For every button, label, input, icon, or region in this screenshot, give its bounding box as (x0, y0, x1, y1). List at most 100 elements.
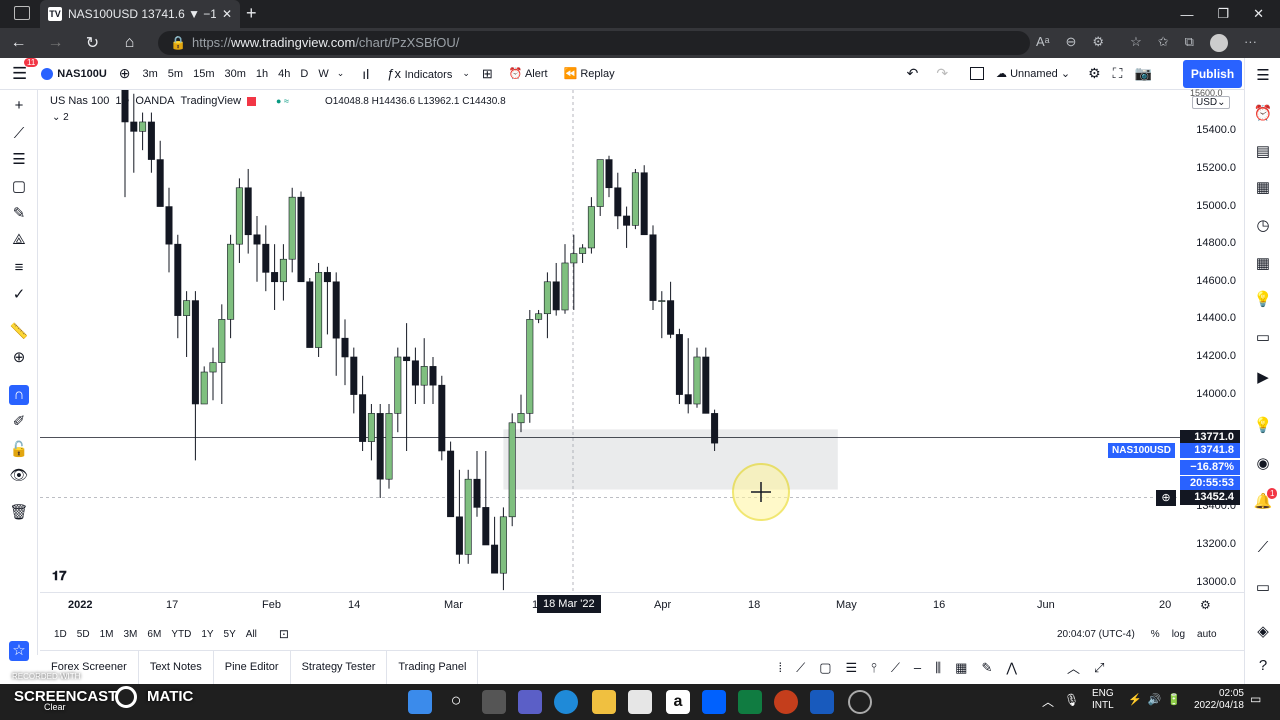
close-tab-icon[interactable]: ✕ (222, 7, 232, 21)
pattern-icon[interactable]: ⟁ (9, 230, 29, 250)
go-to-date-icon[interactable]: ⊡ (279, 627, 289, 641)
interval-dropdown-icon[interactable]: ⌄ (337, 68, 345, 79)
back-icon[interactable]: ← (0, 34, 37, 52)
tab-actions-icon[interactable] (14, 6, 30, 20)
fullscreen-icon[interactable]: ⛶ (1113, 65, 1123, 82)
range-1d[interactable]: 1D (54, 629, 67, 640)
windows-start-icon[interactable] (408, 690, 432, 714)
timezone-clock[interactable]: 20:04:07 (UTC-4) (1057, 629, 1135, 640)
scale-option-2[interactable]: auto (1197, 629, 1216, 640)
zoom-in-icon[interactable]: ⊕ (9, 348, 29, 368)
forward-icon[interactable]: → (37, 34, 74, 52)
restore-icon[interactable]: ❐ (1217, 6, 1229, 22)
symbol-search[interactable]: NAS100U (57, 68, 107, 80)
streams-icon[interactable]: ▶ (1253, 368, 1273, 388)
legend-collapse[interactable]: ⌄ 2 (52, 112, 69, 123)
tray-status-icons[interactable]: ⚡🔊🔋 (1128, 693, 1187, 706)
notifications-bell-icon[interactable]: 🔔 1 (1253, 488, 1278, 512)
help-icon[interactable]: ? (1253, 656, 1273, 676)
publish-button[interactable]: Publish (1183, 60, 1242, 88)
range-5d[interactable]: 5D (77, 629, 90, 640)
broadcast-icon[interactable]: ◉ (1253, 454, 1273, 474)
search-icon[interactable]: ○ (444, 690, 468, 714)
taskbar-clock[interactable]: 02:05 2022/04/18 (1188, 688, 1244, 712)
magnet-icon[interactable]: ∩ (9, 385, 29, 405)
order-panel-icon[interactable]: ⟋ (1253, 538, 1273, 558)
idea-bulb-icon[interactable]: 💡 (1253, 416, 1273, 436)
task-view-icon[interactable] (482, 690, 506, 714)
undo-icon[interactable]: ↶ (907, 65, 919, 82)
pattern-tool-icon[interactable]: ⋀ (1006, 660, 1017, 676)
range-ytd[interactable]: YTD (171, 629, 191, 640)
fullscreen-layout-icon[interactable] (970, 67, 985, 80)
calendar-icon[interactable]: ▦ (1253, 254, 1273, 274)
ideas-bulb-icon[interactable]: 💡 (1253, 290, 1273, 310)
gann-box-icon[interactable]: ▦ (955, 660, 967, 676)
bottom-tab-2[interactable]: Pine Editor (214, 650, 291, 685)
icons-check-icon[interactable]: ✓ (9, 285, 29, 305)
redo-icon[interactable]: ↷ (936, 65, 948, 82)
browser-tab[interactable]: TV NAS100USD 13741.6 ▼ −1.1% U ✕ (40, 0, 240, 28)
interval-1h[interactable]: 1h (256, 68, 268, 80)
favorites-icon[interactable]: ✩ (1158, 34, 1169, 52)
watchlist-icon[interactable]: ☰ (1253, 66, 1273, 86)
range-5y[interactable]: 5Y (224, 629, 236, 640)
trend-line-icon[interactable]: ⟋ (9, 124, 29, 144)
remove-trash-icon[interactable]: 🗑 (9, 503, 29, 523)
menu-icon[interactable]: ☰ 11 (12, 57, 39, 84)
language-indicator[interactable]: ENG INTL (1092, 688, 1114, 712)
time-axis-settings-icon[interactable]: ⚙ (1200, 598, 1211, 612)
more-icon[interactable]: ··· (1244, 34, 1257, 52)
prediction-icon[interactable]: ≡ (9, 258, 29, 278)
grip-icon[interactable]: ⁞ (778, 660, 782, 676)
range-6m[interactable]: 6M (147, 629, 161, 640)
close-window-icon[interactable]: ✕ (1253, 6, 1264, 22)
timer-icon[interactable]: ◷ (1253, 216, 1273, 236)
amazon-icon[interactable]: a (666, 690, 690, 714)
interval-30m[interactable]: 30m (224, 68, 245, 80)
interval-5m[interactable]: 5m (168, 68, 183, 80)
reload-icon[interactable]: ↻ (74, 33, 111, 53)
lock-drawings-icon[interactable]: 🔓 (9, 440, 29, 460)
indicators-button[interactable]: ƒx Indicators (387, 66, 452, 81)
data-window-icon[interactable]: ▤ (1253, 142, 1273, 162)
snapshot-camera-icon[interactable]: 📷 (1134, 65, 1151, 82)
path-tool-icon[interactable]: ⟋ (891, 660, 900, 676)
range-3m[interactable]: 3M (124, 629, 138, 640)
scale-option-0[interactable]: % (1151, 629, 1160, 640)
indicators-dropdown-icon[interactable]: ⌄ (462, 68, 470, 79)
read-aloud-icon[interactable]: Aᵃ (1036, 34, 1050, 52)
file-explorer-icon[interactable] (592, 690, 616, 714)
zoom-icon[interactable]: ⊖ (1066, 34, 1077, 52)
replay-button[interactable]: ⏪ Replay (564, 67, 615, 80)
lock-pen-icon[interactable]: ✐ (9, 412, 29, 432)
interval-3m[interactable]: 3m (143, 68, 158, 80)
price-axis[interactable]: 15600.0 USD⌄ 15400.0 15200.0 15000.0 14800.… (1156, 88, 1244, 592)
currency-selector[interactable]: USD⌄ (1192, 96, 1230, 109)
screencast-icon[interactable] (848, 690, 872, 714)
edge-browser-icon[interactable] (554, 690, 578, 714)
rect-tool-icon[interactable]: ▢ (819, 660, 831, 676)
interval-15m[interactable]: 15m (193, 68, 214, 80)
alert-button[interactable]: ⏰ Alert (509, 67, 548, 80)
ruler-icon[interactable]: 📏 (9, 322, 29, 342)
dom-icon[interactable]: ▭ (1253, 578, 1273, 598)
templates-icon[interactable]: ⊞ (482, 66, 493, 82)
crosshair-add-icon[interactable]: ⊕ (1156, 489, 1176, 506)
tray-chevron-icon[interactable]: ︿ (1042, 693, 1054, 710)
line-tool-icon[interactable]: ⟋ (796, 660, 805, 676)
price-chart[interactable] (40, 90, 1180, 592)
settings-gear-icon[interactable]: ⚙ (1088, 65, 1101, 82)
powerpoint-icon[interactable] (774, 690, 798, 714)
alerts-clock-icon[interactable]: ⏰ (1253, 104, 1273, 124)
scale-option-1[interactable]: log (1172, 629, 1185, 640)
collections-icon[interactable]: ⧉ (1185, 34, 1194, 52)
maximize-panel-icon[interactable]: ⤢ (1094, 660, 1104, 676)
favorite-star-icon[interactable]: ☆ (1130, 34, 1142, 52)
bottom-tab-1[interactable]: Text Notes (139, 650, 214, 685)
hotlist-icon[interactable]: ▦ (1253, 178, 1273, 198)
home-icon[interactable]: ⌂ (111, 34, 148, 52)
teams-chat-icon[interactable] (518, 690, 542, 714)
interval-4h[interactable]: 4h (278, 68, 290, 80)
compare-add-icon[interactable]: ⊕ (119, 65, 131, 82)
